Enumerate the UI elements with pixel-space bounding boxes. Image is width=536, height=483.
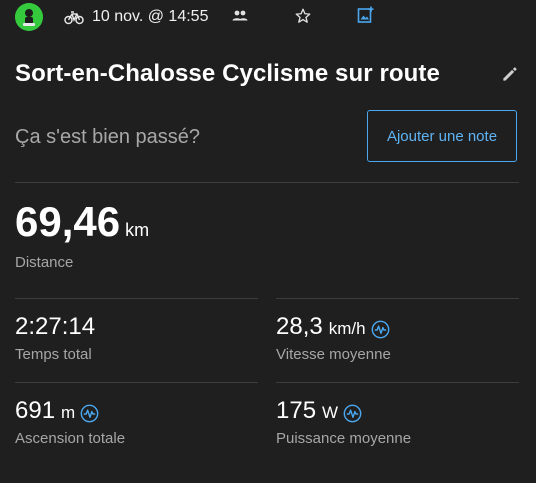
ascent-value: 691 bbox=[15, 397, 56, 424]
divider bbox=[15, 182, 519, 183]
avg-speed-label: Vitesse moyenne bbox=[276, 346, 391, 363]
avg-speed-stat: 28,3 km/h bbox=[276, 313, 390, 341]
pulse-icon[interactable] bbox=[80, 402, 99, 422]
bike-icon bbox=[64, 8, 84, 31]
divider bbox=[15, 382, 258, 383]
avatar-icon[interactable] bbox=[15, 3, 43, 31]
ascent-unit: m bbox=[61, 403, 76, 422]
avg-speed-unit: km/h bbox=[328, 319, 366, 338]
avg-power-value: 175 bbox=[276, 397, 317, 424]
total-time-value: 2:27:14 bbox=[15, 313, 96, 340]
avg-power-stat: 175 W bbox=[276, 397, 362, 425]
distance-stat: 69,46 km bbox=[15, 198, 149, 246]
star-icon[interactable] bbox=[294, 7, 312, 30]
total-time-label: Temps total bbox=[15, 346, 92, 363]
pencil-icon[interactable] bbox=[500, 64, 520, 84]
add-note-button[interactable]: Ajouter une note bbox=[367, 110, 517, 162]
add-photo-icon[interactable] bbox=[357, 6, 375, 29]
distance-label: Distance bbox=[15, 254, 74, 271]
divider bbox=[276, 298, 519, 299]
pulse-icon[interactable] bbox=[343, 402, 362, 422]
distance-unit: km bbox=[125, 220, 150, 240]
divider bbox=[15, 298, 258, 299]
avg-speed-value: 28,3 bbox=[276, 313, 323, 340]
group-icon[interactable] bbox=[232, 9, 248, 28]
divider bbox=[276, 382, 519, 383]
note-question: Ça s'est bien passé? bbox=[15, 126, 201, 148]
avg-power-unit: W bbox=[322, 403, 339, 422]
pulse-icon[interactable] bbox=[371, 318, 390, 338]
top-bar: 10 nov. @ 14:55 bbox=[0, 0, 536, 34]
avg-power-label: Puissance moyenne bbox=[276, 430, 412, 447]
distance-value: 69,46 bbox=[15, 198, 121, 245]
ascent-stat: 691 m bbox=[15, 397, 99, 425]
total-time-stat: 2:27:14 bbox=[15, 313, 95, 341]
activity-title: Sort-en-Chalosse Cyclisme sur route bbox=[15, 60, 440, 87]
activity-datetime: 10 nov. @ 14:55 bbox=[92, 8, 209, 25]
ascent-label: Ascension totale bbox=[15, 430, 126, 447]
